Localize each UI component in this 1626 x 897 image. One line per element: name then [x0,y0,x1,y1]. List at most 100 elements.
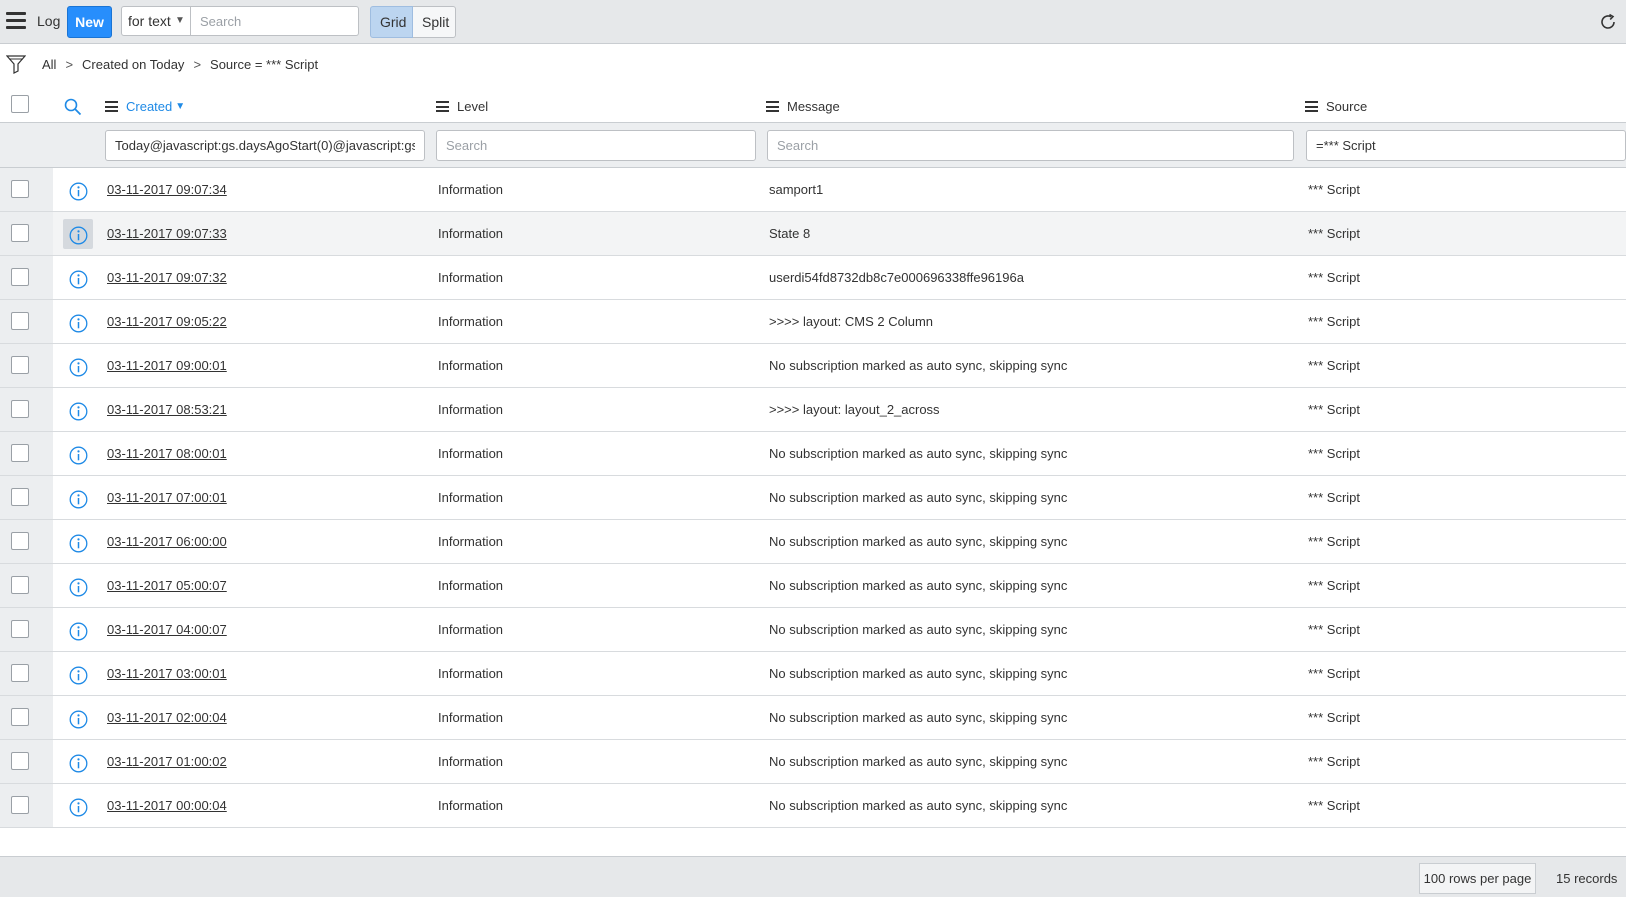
table-row: 03-11-2017 09:07:34 Information samport1… [0,168,1626,212]
row-checkbox[interactable] [11,444,29,462]
column-header-created[interactable]: Created ▼ [105,99,185,114]
source-filter-input[interactable] [1306,130,1626,161]
select-all-checkbox[interactable] [11,95,29,113]
row-preview-button[interactable] [63,351,93,381]
source-cell: *** Script [1308,710,1361,725]
created-link[interactable]: 03-11-2017 05:00:07 [107,578,227,593]
row-checkbox[interactable] [11,576,29,594]
row-preview-button[interactable] [63,219,93,249]
level-cell: Information [438,622,504,637]
created-link[interactable]: 03-11-2017 03:00:01 [107,666,227,681]
table-row: 03-11-2017 09:00:01 Information No subsc… [0,344,1626,388]
row-checkbox[interactable] [11,356,29,374]
column-menu-icon[interactable] [766,101,779,112]
row-checkbox[interactable] [11,532,29,550]
row-preview-button[interactable] [63,571,93,601]
table-row: 03-11-2017 05:00:07 Information No subsc… [0,564,1626,608]
level-cell: Information [438,534,504,549]
row-preview-button[interactable] [63,791,93,821]
row-preview-button[interactable] [63,615,93,645]
refresh-icon[interactable] [1598,12,1618,32]
message-cell: No subscription marked as auto sync, ski… [769,578,1068,593]
rows-per-page-button[interactable]: 100 rows per page [1419,863,1536,894]
column-header-source[interactable]: Source [1305,99,1367,114]
message-cell: No subscription marked as auto sync, ski… [769,798,1068,813]
message-search-input[interactable] [767,130,1294,161]
row-preview-button[interactable] [63,703,93,733]
log-table-body: 03-11-2017 09:07:34 Information samport1… [0,168,1626,828]
info-icon [69,270,88,289]
column-menu-icon[interactable] [105,101,118,112]
search-icon[interactable] [64,98,82,116]
hamburger-menu-icon[interactable] [6,12,26,30]
row-checkbox[interactable] [11,796,29,814]
created-link[interactable]: 03-11-2017 08:00:01 [107,446,227,461]
row-checkbox[interactable] [11,488,29,506]
message-cell: >>>> layout: CMS 2 Column [769,314,934,329]
row-checkbox[interactable] [11,224,29,242]
row-preview-button[interactable] [63,263,93,293]
view-toggle: Grid Split [370,6,456,38]
message-cell: samport1 [769,182,824,197]
created-link[interactable]: 03-11-2017 07:00:01 [107,490,227,505]
info-icon [69,314,88,333]
created-link[interactable]: 03-11-2017 09:07:32 [107,270,227,285]
row-checkbox[interactable] [11,312,29,330]
created-link[interactable]: 03-11-2017 09:00:01 [107,358,227,373]
row-preview-button[interactable] [63,747,93,777]
row-checkbox[interactable] [11,708,29,726]
column-label-created: Created [126,99,173,114]
column-header-row: Created ▼ Level Message Source [0,88,1626,123]
info-icon [69,446,88,465]
created-link[interactable]: 03-11-2017 00:00:04 [107,798,227,813]
list-search-input[interactable] [191,6,359,36]
created-link[interactable]: 03-11-2017 09:07:33 [107,226,227,241]
search-field-select[interactable]: for text ▼ [121,6,191,36]
split-view-button[interactable]: Split [413,6,456,38]
row-checkbox[interactable] [11,664,29,682]
created-link[interactable]: 03-11-2017 09:05:22 [107,314,227,329]
column-header-message[interactable]: Message [766,99,840,114]
filter-icon[interactable] [6,54,26,76]
created-link[interactable]: 03-11-2017 02:00:04 [107,710,227,725]
row-preview-button[interactable] [63,307,93,337]
row-preview-button[interactable] [63,395,93,425]
column-menu-icon[interactable] [1305,101,1318,112]
created-filter-input[interactable] [105,130,425,161]
row-preview-button[interactable] [63,659,93,689]
column-menu-icon[interactable] [436,101,449,112]
created-link[interactable]: 03-11-2017 06:00:00 [107,534,227,549]
created-link[interactable]: 03-11-2017 01:00:02 [107,754,227,769]
row-checkbox[interactable] [11,752,29,770]
table-row: 03-11-2017 01:00:02 Information No subsc… [0,740,1626,784]
row-preview-button[interactable] [63,439,93,469]
row-preview-button[interactable] [63,483,93,513]
row-preview-button[interactable] [63,175,93,205]
source-cell: *** Script [1308,270,1361,285]
column-header-level[interactable]: Level [436,99,488,114]
level-cell: Information [438,578,504,593]
row-checkbox[interactable] [11,268,29,286]
breadcrumb-source[interactable]: Source = *** Script [210,57,318,72]
row-checkbox[interactable] [11,180,29,198]
new-button[interactable]: New [67,6,112,38]
page-title: Log [37,13,61,29]
row-checkbox[interactable] [11,400,29,418]
row-preview-button[interactable] [63,527,93,557]
created-link[interactable]: 03-11-2017 09:07:34 [107,182,227,197]
info-icon [69,710,88,729]
grid-view-button[interactable]: Grid [370,6,413,38]
info-icon [69,534,88,553]
row-checkbox[interactable] [11,620,29,638]
created-link[interactable]: 03-11-2017 08:53:21 [107,402,227,417]
breadcrumb-created-today[interactable]: Created on Today [82,57,184,72]
source-cell: *** Script [1308,226,1361,241]
info-icon [69,490,88,509]
table-row: 03-11-2017 02:00:04 Information No subsc… [0,696,1626,740]
table-row: 03-11-2017 09:07:32 Information userdi54… [0,256,1626,300]
message-cell: userdi54fd8732db8c7e000696338ffe96196a [769,270,1024,285]
created-link[interactable]: 03-11-2017 04:00:07 [107,622,227,637]
level-search-input[interactable] [436,130,756,161]
breadcrumb-all[interactable]: All [42,57,56,72]
level-cell: Information [438,226,504,241]
